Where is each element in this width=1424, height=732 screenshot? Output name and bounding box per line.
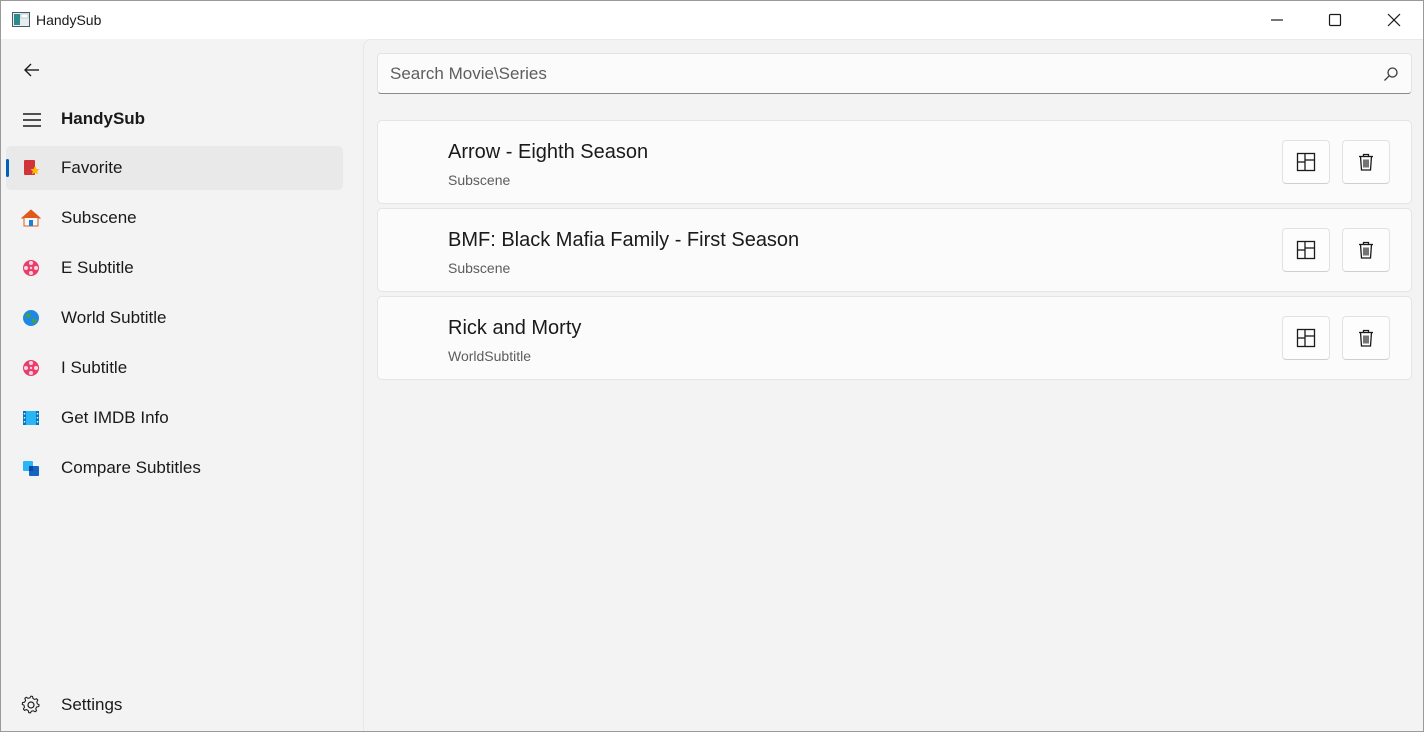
- trash-icon: [1359, 153, 1373, 171]
- favorite-source: WorldSubtitle: [448, 348, 532, 364]
- layout-grid-icon: [1296, 152, 1316, 172]
- nav-list: Favorite Subscene E Subtitle World Subti…: [6, 146, 343, 496]
- nav-item-label: Favorite: [61, 158, 123, 177]
- back-arrow-icon: [24, 63, 39, 77]
- nav-item-i-subtitle[interactable]: I Subtitle: [6, 346, 343, 390]
- nav-item-e-subtitle[interactable]: E Subtitle: [6, 246, 343, 290]
- nav-item-get-imdb-info[interactable]: Get IMDB Info: [6, 396, 343, 440]
- nav-item-label: E Subtitle: [61, 258, 134, 277]
- house-icon: [21, 209, 41, 227]
- maximize-icon: [1328, 13, 1342, 27]
- nav-item-compare-subtitles[interactable]: Compare Subtitles: [6, 446, 343, 490]
- layout-grid-icon: [1296, 240, 1316, 260]
- window-title: HandySub: [36, 12, 102, 28]
- layout-grid-icon: [1296, 328, 1316, 348]
- open-button[interactable]: [1282, 228, 1330, 272]
- compare-icon: [23, 461, 39, 476]
- favorite-bookmark-icon: [24, 160, 40, 175]
- app-window: HandySub HandySub Favorite Subscene E Su…: [0, 0, 1424, 732]
- pane-header: HandySub: [61, 109, 146, 128]
- app-icon: [12, 12, 30, 27]
- nav-item-label: Compare Subtitles: [61, 458, 201, 477]
- back-button[interactable]: [14, 52, 50, 88]
- nav-item-subscene[interactable]: Subscene: [6, 196, 343, 240]
- nav-item-label: World Subtitle: [61, 308, 167, 327]
- content-area: Arrow - Eighth Season Subscene: [363, 39, 1423, 731]
- navigation-pane: HandySub Favorite Subscene E Subtitle Wo…: [1, 39, 363, 731]
- favorite-card[interactable]: BMF: Black Mafia Family - First Season S…: [377, 208, 1412, 292]
- globe-icon: [23, 310, 39, 326]
- trash-icon: [1359, 241, 1373, 259]
- minimize-icon: [1271, 19, 1283, 21]
- minimize-button[interactable]: [1248, 1, 1306, 39]
- nav-item-world-subtitle[interactable]: World Subtitle: [6, 296, 343, 340]
- favorite-title: Arrow - Eighth Season: [448, 141, 649, 163]
- nav-item-settings[interactable]: Settings: [6, 683, 343, 727]
- maximize-button[interactable]: [1306, 1, 1364, 39]
- favorite-title: BMF: Black Mafia Family - First Season: [448, 229, 800, 251]
- nav-item-label: I Subtitle: [61, 358, 128, 377]
- film-reel-icon: [23, 260, 39, 276]
- nav-item-label: Subscene: [61, 208, 137, 227]
- close-button[interactable]: [1365, 1, 1423, 39]
- favorites-list: Arrow - Eighth Season Subscene BMF: Blac…: [377, 120, 1412, 384]
- title-bar: HandySub: [1, 1, 1423, 39]
- open-button[interactable]: [1282, 140, 1330, 184]
- favorite-source: Subscene: [448, 172, 511, 188]
- delete-button[interactable]: [1342, 140, 1390, 184]
- film-strip-icon: [23, 411, 39, 425]
- search-input[interactable]: [378, 54, 1411, 93]
- nav-item-favorite[interactable]: Favorite: [6, 146, 343, 190]
- search-icon[interactable]: [1383, 66, 1399, 82]
- trash-icon: [1359, 329, 1373, 347]
- delete-button[interactable]: [1342, 316, 1390, 360]
- delete-button[interactable]: [1342, 228, 1390, 272]
- favorite-source: Subscene: [448, 260, 511, 276]
- nav-item-label: Get IMDB Info: [61, 408, 169, 427]
- gear-icon: [21, 695, 40, 714]
- close-icon: [1387, 13, 1401, 27]
- settings-label: Settings: [61, 695, 123, 714]
- menu-toggle-button[interactable]: [14, 102, 50, 138]
- favorite-card[interactable]: Arrow - Eighth Season Subscene: [377, 120, 1412, 204]
- favorite-title: Rick and Morty: [448, 317, 582, 339]
- film-reel-icon: [23, 360, 39, 376]
- search-box[interactable]: [377, 53, 1412, 94]
- hamburger-icon: [23, 113, 41, 127]
- favorite-card[interactable]: Rick and Morty WorldSubtitle: [377, 296, 1412, 380]
- open-button[interactable]: [1282, 316, 1330, 360]
